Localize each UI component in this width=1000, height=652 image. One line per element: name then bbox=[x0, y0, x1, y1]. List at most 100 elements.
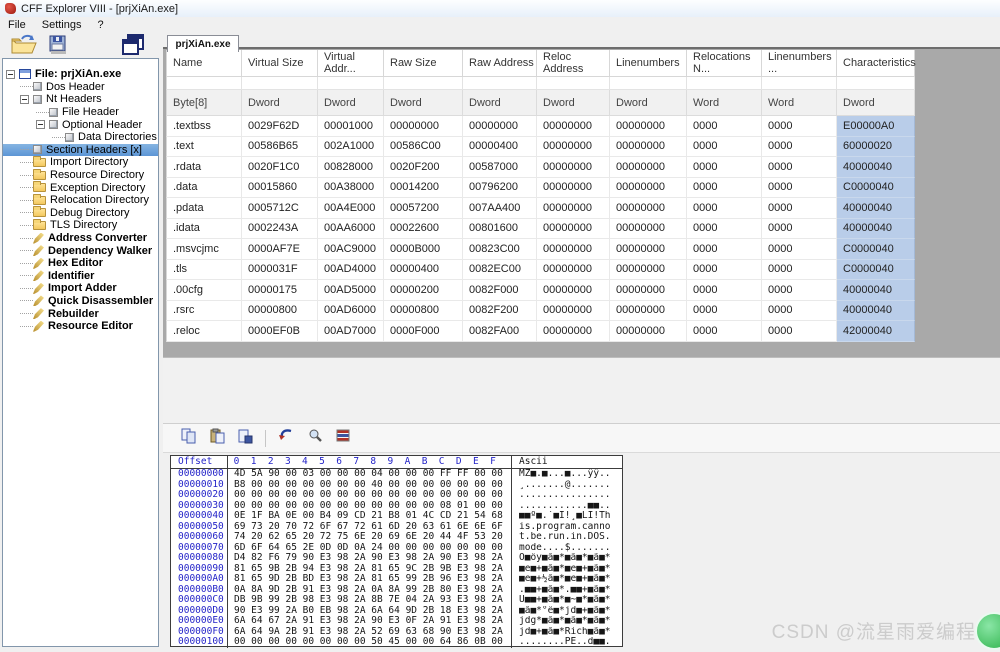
table-cell[interactable]: 00000000 bbox=[610, 219, 687, 240]
table-cell[interactable]: 0000 bbox=[687, 301, 762, 322]
table-cell[interactable]: 00000000 bbox=[610, 321, 687, 342]
table-cell[interactable]: .reloc bbox=[166, 321, 242, 342]
sidebar-item-file-header[interactable]: File Header bbox=[3, 106, 158, 119]
table-cell[interactable]: C0000040 bbox=[837, 239, 915, 260]
table-cell[interactable]: 00000200 bbox=[384, 280, 463, 301]
column-header[interactable]: Characteristics bbox=[837, 50, 915, 77]
table-cell[interactable]: 0000 bbox=[762, 157, 837, 178]
table-cell[interactable]: 00000000 bbox=[384, 116, 463, 137]
table-cell[interactable]: 40000040 bbox=[837, 301, 915, 322]
table-cell[interactable]: 00AD7000 bbox=[318, 321, 384, 342]
sidebar-item-resource-directory[interactable]: Resource Directory bbox=[3, 169, 158, 182]
table-cell[interactable]: 00000400 bbox=[384, 260, 463, 281]
menu-item-help[interactable]: ? bbox=[89, 17, 111, 32]
table-cell[interactable]: 0000 bbox=[687, 321, 762, 342]
hex-row[interactable]: 000000400E 1F BA 0E 00 B4 09 CD 21 B8 01… bbox=[171, 511, 622, 522]
table-cell[interactable]: 0000 bbox=[687, 178, 762, 199]
table-cell[interactable]: 0000EF0B bbox=[242, 321, 318, 342]
table-row[interactable]: .00cfg0000017500AD5000000002000082F00000… bbox=[166, 280, 915, 301]
table-cell[interactable]: 0000 bbox=[762, 260, 837, 281]
table-cell[interactable]: 0000 bbox=[687, 260, 762, 281]
column-header[interactable]: Reloc Address bbox=[537, 50, 610, 77]
save-file-icon[interactable] bbox=[48, 34, 68, 56]
table-cell[interactable]: .text bbox=[166, 137, 242, 158]
table-row[interactable]: .tls0000031F00AD4000000004000082EC000000… bbox=[166, 260, 915, 281]
table-cell[interactable]: 0000 bbox=[762, 301, 837, 322]
table-cell[interactable]: 00000000 bbox=[610, 116, 687, 137]
hex-search-icon[interactable] bbox=[307, 428, 323, 449]
hex-goto-grid-icon[interactable] bbox=[335, 428, 351, 449]
tree-expander-icon[interactable] bbox=[20, 95, 29, 104]
table-cell[interactable]: 00001000 bbox=[318, 116, 384, 137]
hex-bytes[interactable]: D4 82 F6 79 90 E3 98 2A 90 E3 98 2A 90 E… bbox=[228, 553, 512, 564]
table-row[interactable]: .pdata0005712C00A4E00000057200007AA40000… bbox=[166, 198, 915, 219]
table-cell[interactable]: 00801600 bbox=[463, 219, 537, 240]
table-cell[interactable]: .msvcjmc bbox=[166, 239, 242, 260]
hex-row[interactable]: 000000E06A 64 67 2A 91 E3 98 2A 90 E3 0F… bbox=[171, 616, 622, 627]
table-cell[interactable]: 0000 bbox=[762, 116, 837, 137]
table-cell[interactable]: 00000000 bbox=[610, 157, 687, 178]
hex-row[interactable]: 000000004D 5A 90 00 03 00 00 00 04 00 00… bbox=[171, 469, 622, 480]
column-header[interactable]: Raw Address bbox=[463, 50, 537, 77]
hex-row[interactable]: 0000006074 20 62 65 20 72 75 6E 20 69 6E… bbox=[171, 532, 622, 543]
sidebar-item-resource-editor[interactable]: Resource Editor bbox=[3, 320, 158, 333]
hex-bytes[interactable]: 00 00 00 00 00 00 00 00 50 45 00 00 64 8… bbox=[228, 637, 512, 648]
table-cell[interactable]: .rsrc bbox=[166, 301, 242, 322]
table-cell[interactable]: 00AC9000 bbox=[318, 239, 384, 260]
hex-row[interactable]: 0000002000 00 00 00 00 00 00 00 00 00 00… bbox=[171, 490, 622, 501]
table-row[interactable]: .text00586B65002A100000586C0000000400000… bbox=[166, 137, 915, 158]
table-cell[interactable]: C0000040 bbox=[837, 260, 915, 281]
table-cell[interactable]: 00057200 bbox=[384, 198, 463, 219]
table-cell[interactable]: 002A1000 bbox=[318, 137, 384, 158]
sidebar-item-dos-header[interactable]: Dos Header bbox=[3, 81, 158, 94]
sidebar-item-identifier[interactable]: Identifier bbox=[3, 270, 158, 283]
table-cell[interactable]: 00587000 bbox=[463, 157, 537, 178]
table-cell[interactable]: C0000040 bbox=[837, 178, 915, 199]
column-header[interactable]: Virtual Size bbox=[242, 50, 318, 77]
table-cell[interactable]: 0000 bbox=[687, 198, 762, 219]
table-cell[interactable]: 0000031F bbox=[242, 260, 318, 281]
table-cell[interactable]: 0000 bbox=[762, 137, 837, 158]
table-cell[interactable]: 0000 bbox=[687, 239, 762, 260]
sidebar-item-dependency-walker[interactable]: Dependency Walker bbox=[3, 244, 158, 257]
table-cell[interactable]: 0000 bbox=[762, 321, 837, 342]
table-cell[interactable]: 0020F1C0 bbox=[242, 157, 318, 178]
hex-fill-icon[interactable] bbox=[237, 428, 253, 449]
table-cell[interactable]: 0000 bbox=[687, 116, 762, 137]
hex-bytes[interactable]: 74 20 62 65 20 72 75 6E 20 69 6E 20 44 4… bbox=[228, 532, 512, 543]
table-cell[interactable]: 00AA6000 bbox=[318, 219, 384, 240]
table-row[interactable]: .msvcjmc0000AF7E00AC90000000B00000823C00… bbox=[166, 239, 915, 260]
hex-row[interactable]: 0000010000 00 00 00 00 00 00 00 50 45 00… bbox=[171, 637, 622, 648]
sidebar-item-import-directory[interactable]: Import Directory bbox=[3, 156, 158, 169]
table-cell[interactable]: 00A38000 bbox=[318, 178, 384, 199]
table-cell[interactable]: .tls bbox=[166, 260, 242, 281]
table-cell[interactable]: 00000000 bbox=[610, 280, 687, 301]
table-cell[interactable]: 00000000 bbox=[537, 239, 610, 260]
table-cell[interactable]: .idata bbox=[166, 219, 242, 240]
hex-undo-icon[interactable] bbox=[278, 428, 295, 449]
table-cell[interactable]: 00000000 bbox=[537, 178, 610, 199]
table-cell[interactable]: 00000000 bbox=[610, 260, 687, 281]
table-cell[interactable]: 00796200 bbox=[463, 178, 537, 199]
table-cell[interactable]: 0000 bbox=[687, 280, 762, 301]
table-cell[interactable]: 00A4E000 bbox=[318, 198, 384, 219]
table-cell[interactable]: 00586C00 bbox=[384, 137, 463, 158]
table-cell[interactable]: 00000000 bbox=[537, 321, 610, 342]
table-row[interactable]: .rdata0020F1C0008280000020F2000058700000… bbox=[166, 157, 915, 178]
table-cell[interactable]: 00000000 bbox=[610, 137, 687, 158]
table-cell[interactable]: 0000 bbox=[687, 219, 762, 240]
table-cell[interactable]: 00000000 bbox=[537, 157, 610, 178]
table-cell[interactable]: 00000000 bbox=[610, 178, 687, 199]
table-cell[interactable]: 00000000 bbox=[610, 239, 687, 260]
table-cell[interactable]: 40000040 bbox=[837, 280, 915, 301]
table-cell[interactable]: 00000000 bbox=[537, 116, 610, 137]
table-cell[interactable]: 00828000 bbox=[318, 157, 384, 178]
table-cell[interactable]: .pdata bbox=[166, 198, 242, 219]
table-cell[interactable]: .rdata bbox=[166, 157, 242, 178]
table-cell[interactable]: 0082F000 bbox=[463, 280, 537, 301]
table-cell[interactable]: 00000800 bbox=[384, 301, 463, 322]
sidebar-item-file-prjxian-exe[interactable]: File: prjXiAn.exe bbox=[3, 68, 158, 81]
table-row[interactable]: .textbss0029F62D000010000000000000000000… bbox=[166, 116, 915, 137]
table-cell[interactable]: 0000 bbox=[762, 198, 837, 219]
sidebar-item-debug-directory[interactable]: Debug Directory bbox=[3, 207, 158, 220]
